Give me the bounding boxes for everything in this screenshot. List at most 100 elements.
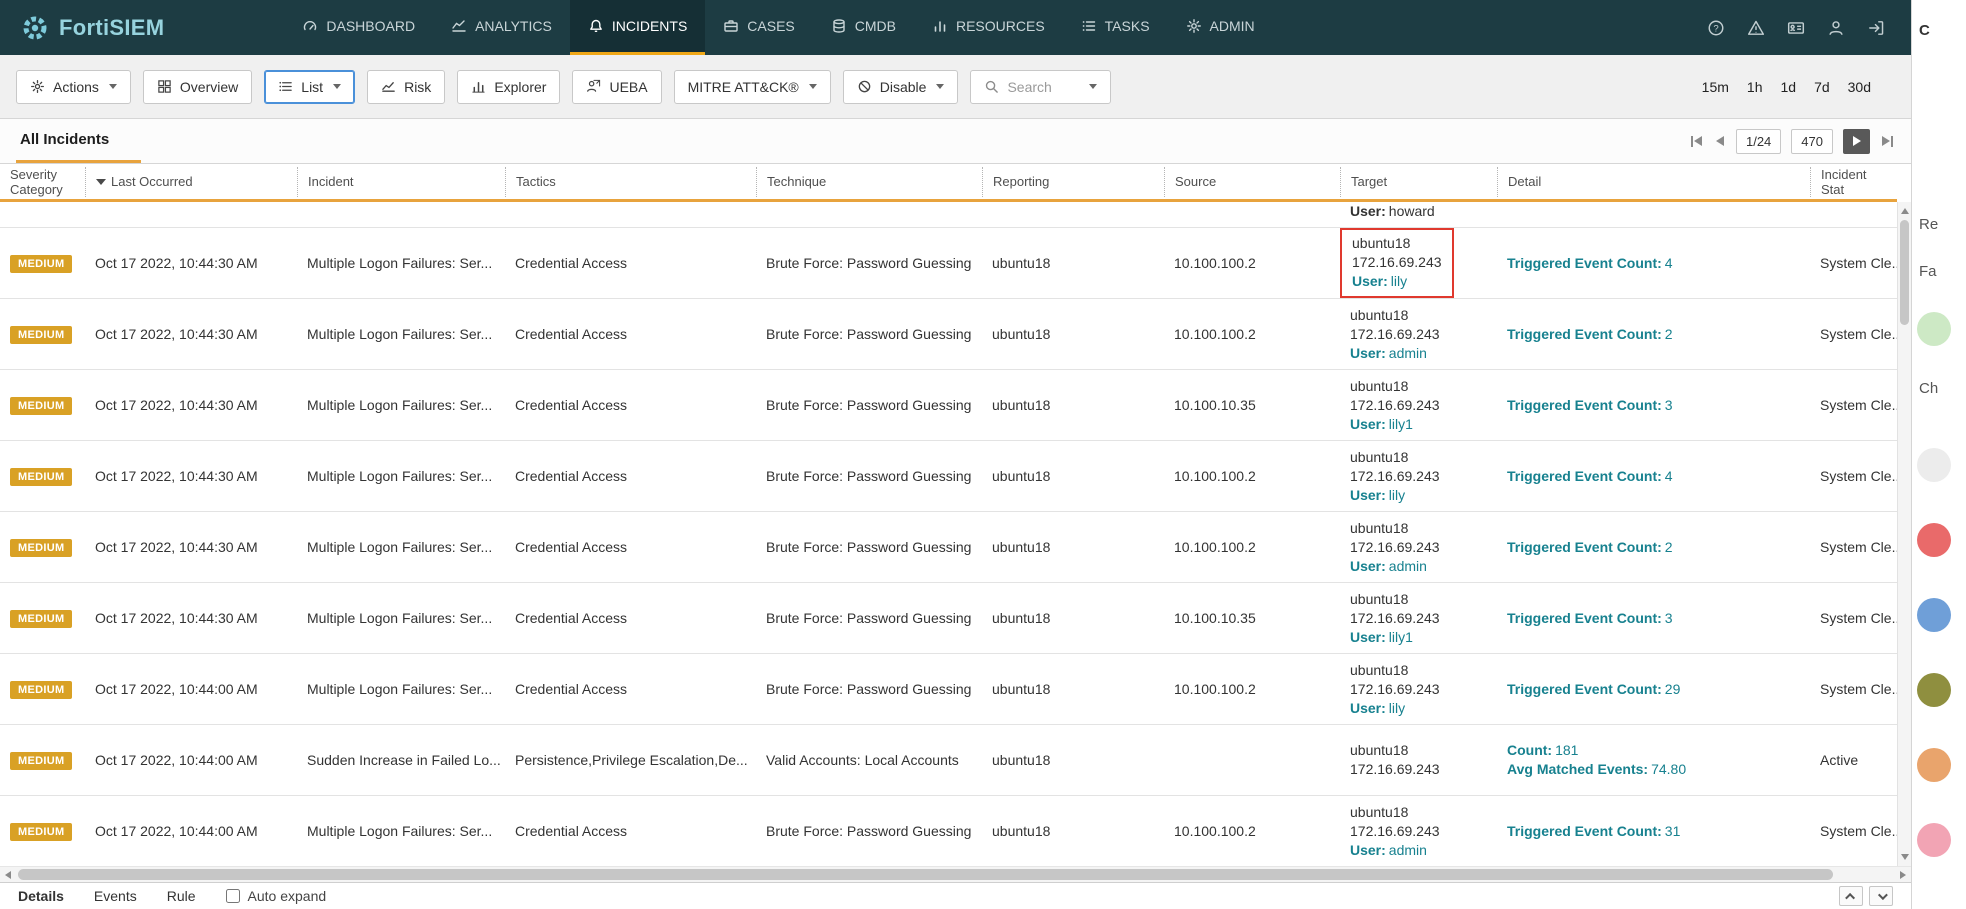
detail-line-1[interactable]: Triggered Event Count:31: [1507, 822, 1800, 841]
avatar[interactable]: [1917, 598, 1951, 632]
avatar[interactable]: [1917, 312, 1951, 346]
scroll-right-arrow-icon[interactable]: [1900, 871, 1906, 879]
nav-item-admin[interactable]: ADMIN: [1168, 0, 1273, 55]
disable-button[interactable]: Disable: [843, 70, 959, 104]
table-row[interactable]: MEDIUM Oct 17 2022, 10:44:30 AM Multiple…: [0, 228, 1897, 299]
auto-expand-option[interactable]: Auto expand: [226, 888, 327, 904]
detail-line-1[interactable]: Triggered Event Count:2: [1507, 325, 1800, 344]
technique-link[interactable]: Brute Force: Password Guessing: [756, 468, 982, 484]
next-page-button[interactable]: [1843, 129, 1870, 154]
technique-link[interactable]: Brute Force: Password Guessing: [756, 397, 982, 413]
column-header-tactics[interactable]: Tactics: [505, 167, 756, 197]
scroll-left-arrow-icon[interactable]: [5, 871, 11, 879]
vertical-scrollbar[interactable]: [1897, 202, 1911, 866]
target-cell[interactable]: ubuntu18 172.16.69.243 User:lily: [1340, 661, 1497, 718]
nav-item-dashboard[interactable]: DASHBOARD: [284, 0, 433, 55]
column-header-severity[interactable]: Severity Category: [0, 167, 85, 197]
id-card-icon[interactable]: [1787, 19, 1805, 37]
table-row[interactable]: MEDIUM Oct 17 2022, 10:44:30 AM Multiple…: [0, 370, 1897, 441]
avatar[interactable]: [1917, 673, 1951, 707]
scroll-down-arrow-icon[interactable]: [1901, 854, 1909, 860]
tab-rule[interactable]: Rule: [167, 888, 196, 904]
vertical-scroll-thumb[interactable]: [1900, 220, 1909, 325]
time-range-30d[interactable]: 30d: [1848, 79, 1871, 95]
target-cell[interactable]: ubuntu18 172.16.69.243 User:lily: [1340, 448, 1497, 505]
table-row[interactable]: MEDIUM Oct 17 2022, 10:44:00 AM Sudden I…: [0, 725, 1897, 796]
column-header-last-occurred[interactable]: Last Occurred: [85, 167, 297, 197]
search-box[interactable]: [970, 70, 1111, 104]
technique-link[interactable]: Valid Accounts: Local Accounts: [756, 752, 982, 768]
detail-line-1[interactable]: Triggered Event Count:3: [1507, 396, 1800, 415]
target-cell[interactable]: ubuntu18 172.16.69.243 User:lily: [1340, 228, 1497, 298]
mitre-attack-button[interactable]: MITRE ATT&CK®: [674, 70, 831, 104]
table-row[interactable]: MEDIUM Oct 17 2022, 10:44:30 AM Multiple…: [0, 512, 1897, 583]
auto-expand-checkbox[interactable]: [226, 889, 240, 903]
horizontal-scroll-thumb[interactable]: [18, 869, 1833, 880]
ueba-button[interactable]: UEBA: [572, 70, 661, 104]
detail-line-1[interactable]: Triggered Event Count:29: [1507, 680, 1800, 699]
technique-link[interactable]: Brute Force: Password Guessing: [756, 681, 982, 697]
column-header-incident[interactable]: Incident: [297, 167, 505, 197]
list-view-button[interactable]: List: [264, 70, 355, 104]
detail-line-1[interactable]: Triggered Event Count:4: [1507, 467, 1800, 486]
overview-button[interactable]: Overview: [143, 70, 252, 104]
collapse-panel-button[interactable]: [1869, 886, 1893, 906]
column-header-incident-status[interactable]: Incident Stat: [1810, 167, 1897, 197]
table-row[interactable]: MEDIUM Oct 17 2022, 10:44:30 AM Multiple…: [0, 583, 1897, 654]
help-icon[interactable]: ?: [1707, 19, 1725, 37]
technique-link[interactable]: Brute Force: Password Guessing: [756, 610, 982, 626]
table-row[interactable]: MEDIUM Oct 17 2022, 10:44:00 AM Multiple…: [0, 654, 1897, 725]
expand-panel-button[interactable]: [1839, 886, 1863, 906]
logout-icon[interactable]: [1867, 19, 1885, 37]
horizontal-scrollbar[interactable]: [0, 866, 1911, 882]
column-header-source[interactable]: Source: [1164, 167, 1340, 197]
avatar[interactable]: [1917, 748, 1951, 782]
detail-line-1[interactable]: Triggered Event Count:4: [1507, 254, 1800, 273]
technique-link[interactable]: Brute Force: Password Guessing: [756, 326, 982, 342]
column-header-technique[interactable]: Technique: [756, 167, 982, 197]
target-user-line[interactable]: User:admin: [1350, 557, 1440, 576]
nav-item-cmdb[interactable]: CMDB: [813, 0, 914, 55]
risk-button[interactable]: Risk: [367, 70, 445, 104]
target-cell[interactable]: ubuntu18 172.16.69.243 User:lily1: [1340, 590, 1497, 647]
explorer-button[interactable]: Explorer: [457, 70, 560, 104]
target-user-line[interactable]: User:lily: [1350, 486, 1440, 505]
detail-line-1[interactable]: Triggered Event Count:2: [1507, 538, 1800, 557]
tab-events[interactable]: Events: [94, 888, 137, 904]
target-cell[interactable]: ubuntu18 172.16.69.243 User:admin: [1340, 803, 1497, 860]
nav-item-analytics[interactable]: ANALYTICS: [433, 0, 570, 55]
alert-icon[interactable]: [1747, 19, 1765, 37]
first-page-button[interactable]: [1689, 134, 1704, 149]
last-page-button[interactable]: [1880, 134, 1895, 149]
target-user-line[interactable]: User:lily1: [1350, 628, 1440, 647]
detail-line-2[interactable]: Avg Matched Events:74.80: [1507, 760, 1800, 779]
nav-item-resources[interactable]: RESOURCES: [914, 0, 1063, 55]
column-header-reporting[interactable]: Reporting: [982, 167, 1164, 197]
avatar[interactable]: [1917, 523, 1951, 557]
target-user-line[interactable]: User:lily: [1350, 699, 1440, 718]
target-user-line[interactable]: User:admin: [1350, 344, 1440, 363]
actions-button[interactable]: Actions: [16, 70, 131, 104]
target-cell[interactable]: ubuntu18 172.16.69.243 User:lily1: [1340, 377, 1497, 434]
target-cell[interactable]: ubuntu18 172.16.69.243: [1340, 741, 1497, 779]
detail-line-1[interactable]: Triggered Event Count:3: [1507, 609, 1800, 628]
target-user-line[interactable]: User:lily1: [1350, 415, 1440, 434]
nav-item-incidents[interactable]: INCIDENTS: [570, 0, 705, 55]
table-row[interactable]: MEDIUM Oct 17 2022, 10:44:30 AM Multiple…: [0, 299, 1897, 370]
time-range-7d[interactable]: 7d: [1814, 79, 1830, 95]
prev-page-button[interactable]: [1714, 134, 1726, 148]
column-header-target[interactable]: Target: [1340, 167, 1497, 197]
page-indicator[interactable]: 1/24: [1736, 129, 1781, 154]
time-range-1h[interactable]: 1h: [1747, 79, 1763, 95]
technique-link[interactable]: Brute Force: Password Guessing: [756, 255, 982, 271]
time-range-1d[interactable]: 1d: [1780, 79, 1796, 95]
tab-details[interactable]: Details: [18, 888, 64, 904]
target-user-line[interactable]: User:lily: [1352, 272, 1442, 291]
column-header-detail[interactable]: Detail: [1497, 167, 1810, 197]
table-row-partial[interactable]: User:howard: [0, 202, 1897, 228]
technique-link[interactable]: Brute Force: Password Guessing: [756, 823, 982, 839]
target-user-line[interactable]: User:admin: [1350, 841, 1440, 860]
avatar[interactable]: [1917, 448, 1951, 482]
target-cell[interactable]: ubuntu18 172.16.69.243 User:admin: [1340, 306, 1497, 363]
technique-link[interactable]: Brute Force: Password Guessing: [756, 539, 982, 555]
